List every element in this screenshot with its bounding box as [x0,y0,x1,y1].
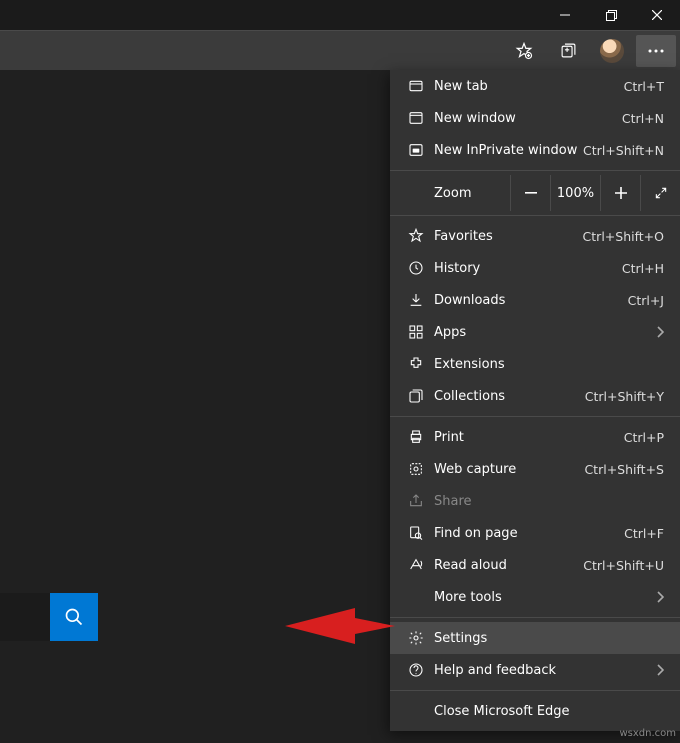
menu-downloads[interactable]: Downloads Ctrl+J [390,284,680,316]
chevron-right-icon [656,326,664,338]
watermark: wsxdn.com [619,728,676,739]
menu-shortcut: Ctrl+Shift+O [583,229,664,244]
menu-label: New InPrivate window [430,143,583,158]
menu-label: Share [430,494,664,509]
menu-label: Apps [430,325,656,340]
menu-label: New tab [430,79,624,94]
menu-label: More tools [430,590,656,605]
menu-zoom-row: Zoom 100% [390,175,680,211]
share-icon [402,493,430,509]
read-aloud-icon [402,557,430,573]
menu-collections[interactable]: Collections Ctrl+Shift+Y [390,380,680,412]
menu-shortcut: Ctrl+J [628,293,664,308]
menu-label: Downloads [430,293,628,308]
inprivate-icon [402,142,430,158]
menu-separator [390,690,680,691]
menu-shortcut: Ctrl+Shift+Y [585,389,664,404]
menu-label: Settings [430,631,664,646]
menu-separator [390,170,680,171]
menu-label: Web capture [430,462,584,477]
menu-shortcut: Ctrl+H [622,261,664,276]
menu-extensions[interactable]: Extensions [390,348,680,380]
zoom-out-button[interactable] [510,175,550,211]
menu-close-edge[interactable]: Close Microsoft Edge [390,695,680,727]
profile-button[interactable] [592,35,632,67]
web-capture-icon [402,461,430,477]
menu-more-tools[interactable]: More tools [390,581,680,613]
menu-print[interactable]: Print Ctrl+P [390,421,680,453]
zoom-value: 100% [550,175,600,211]
menu-label: New window [430,111,622,126]
fullscreen-button[interactable] [640,175,680,211]
browser-toolbar [0,30,680,70]
new-window-icon [402,110,430,126]
print-icon [402,429,430,445]
window-titlebar [0,0,680,30]
menu-label: Find on page [430,526,624,541]
collections-icon [402,388,430,404]
menu-history[interactable]: History Ctrl+H [390,252,680,284]
menu-shortcut: Ctrl+N [622,111,664,126]
menu-label: Collections [430,389,585,404]
menu-find-on-page[interactable]: Find on page Ctrl+F [390,517,680,549]
menu-settings[interactable]: Settings [390,622,680,654]
settings-and-more-menu: New tab Ctrl+T New window Ctrl+N New InP… [390,70,680,731]
menu-shortcut: Ctrl+Shift+N [583,143,664,158]
menu-label: Extensions [430,357,664,372]
menu-favorites[interactable]: Favorites Ctrl+Shift+O [390,220,680,252]
add-favorite-button[interactable] [504,35,544,67]
settings-icon [402,630,430,646]
history-icon [402,260,430,276]
menu-share: Share [390,485,680,517]
minimize-button[interactable] [542,0,588,30]
menu-apps[interactable]: Apps [390,316,680,348]
search-input-collapsed[interactable] [0,593,50,641]
collections-button[interactable] [548,35,588,67]
chevron-right-icon [656,664,664,676]
maximize-button[interactable] [588,0,634,30]
settings-and-more-button[interactable] [636,35,676,67]
find-icon [402,525,430,541]
menu-new-tab[interactable]: New tab Ctrl+T [390,70,680,102]
chevron-right-icon [656,591,664,603]
menu-label: Favorites [430,229,583,244]
menu-separator [390,416,680,417]
menu-label: Print [430,430,624,445]
favorites-icon [402,228,430,244]
new-tab-icon [402,78,430,94]
menu-shortcut: Ctrl+Shift+U [583,558,664,573]
menu-label: Read aloud [430,558,583,573]
menu-shortcut: Ctrl+T [624,79,664,94]
menu-separator [390,215,680,216]
menu-shortcut: Ctrl+F [624,526,664,541]
menu-read-aloud[interactable]: Read aloud Ctrl+Shift+U [390,549,680,581]
help-icon [402,662,430,678]
downloads-icon [402,292,430,308]
zoom-in-button[interactable] [600,175,640,211]
taskbar-search [0,593,98,641]
extensions-icon [402,356,430,372]
menu-label: History [430,261,622,276]
menu-label: Help and feedback [430,663,656,678]
menu-new-window[interactable]: New window Ctrl+N [390,102,680,134]
menu-new-inprivate[interactable]: New InPrivate window Ctrl+Shift+N [390,134,680,166]
zoom-label: Zoom [434,186,510,201]
menu-label: Close Microsoft Edge [430,704,664,719]
close-button[interactable] [634,0,680,30]
avatar [600,39,624,63]
menu-separator [390,617,680,618]
menu-help-and-feedback[interactable]: Help and feedback [390,654,680,686]
apps-icon [402,324,430,340]
menu-shortcut: Ctrl+P [624,430,664,445]
search-button[interactable] [50,593,98,641]
menu-web-capture[interactable]: Web capture Ctrl+Shift+S [390,453,680,485]
menu-shortcut: Ctrl+Shift+S [584,462,664,477]
